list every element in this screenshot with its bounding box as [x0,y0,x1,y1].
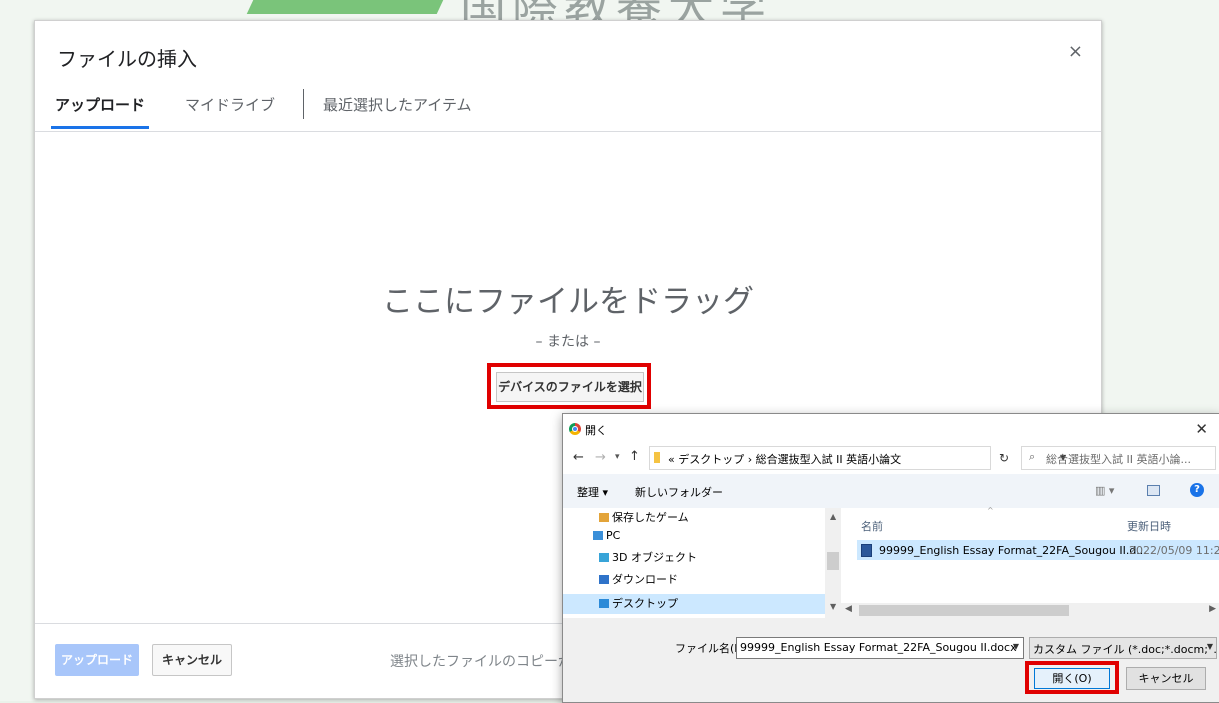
chevron-down-icon[interactable]: ▼ [1206,642,1213,651]
nav-item-desktop[interactable]: デスクトップ [563,594,825,614]
chevron-down-icon[interactable]: ▼ [1013,642,1019,651]
close-icon[interactable]: × [1068,41,1083,62]
select-device-file-button[interactable]: デバイスのファイルを選択 [496,372,644,402]
scroll-right-icon[interactable]: ▶ [1209,604,1216,614]
filename-field[interactable]: 99999_English Essay Format_22FA_Sougou I… [736,637,1024,659]
horizontal-scrollbar[interactable]: ◀ ▶ [841,603,1219,618]
highlight-box: 開く(O) [1025,661,1119,694]
back-arrow-icon[interactable]: ← [573,450,584,465]
search-placeholder: 総合選抜型入試 II 英語小論... [1046,453,1191,466]
column-header-name[interactable]: 名前 [861,518,883,534]
file-name: 99999_English Essay Format_22FA_Sougou I… [879,544,1147,557]
list-item[interactable]: 99999_English Essay Format_22FA_Sougou I… [857,540,1219,560]
file-date: 2022/05/09 11:26 [1129,544,1219,557]
close-icon[interactable]: ✕ [1195,420,1208,438]
nav-item-saved-games[interactable]: 保存したゲーム [599,508,689,528]
drag-here-text: ここにファイルをドラッグ [382,284,754,320]
sort-indicator-icon: ^ [987,506,994,515]
filetype-select[interactable]: カスタム ファイル (*.doc;*.docm;*.dc ▼ [1029,637,1217,659]
search-input[interactable]: ⌕ 総合選抜型入試 II 英語小論... [1021,446,1216,470]
dialog-toolbar: 整理 ▾ 新しいフォルダー ▥ ▾ ? [563,474,1219,508]
column-header-date[interactable]: 更新日時 [1127,518,1171,534]
nav-item-3d-objects[interactable]: 3D オブジェクト [599,548,697,568]
preview-pane-icon[interactable] [1147,485,1160,496]
download-icon [599,575,609,584]
cancel-button[interactable]: キャンセル [152,644,232,676]
upload-button[interactable]: アップロード [55,644,139,676]
nav-item-downloads[interactable]: ダウンロード [599,570,678,590]
up-arrow-icon[interactable]: ↑ [629,449,640,464]
chrome-icon [569,423,581,435]
scroll-left-icon[interactable]: ◀ [845,604,852,614]
file-list: ^ 名前 更新日時 99999_English Essay Format_22F… [841,506,1219,603]
file-open-dialog: 開く ✕ ← → ▾ ↑ « デスクトップ › 総合選抜型入試 II 英語小論文… [562,413,1219,703]
organize-menu[interactable]: 整理 ▾ [577,484,608,500]
nav-item-pc[interactable]: PC [593,526,620,546]
address-row: ← → ▾ ↑ « デスクトップ › 総合選抜型入試 II 英語小論文 ▼ ↻ … [563,444,1219,472]
dialog-title: ファイルの挿入 [57,47,197,71]
breadcrumb[interactable]: « デスクトップ › 総合選抜型入試 II 英語小論文 [668,451,901,467]
pc-icon [593,531,603,540]
recent-locations-icon[interactable]: ▾ [615,452,620,462]
search-icon: ⌕ [1029,450,1036,463]
help-icon[interactable]: ? [1190,483,1204,497]
tab-separator [303,89,304,119]
tab-my-drive[interactable]: マイドライブ [185,91,275,129]
scroll-up-icon[interactable]: ▲ [830,512,836,521]
tab-upload[interactable]: アップロード [50,91,150,129]
address-bar[interactable]: « デスクトップ › 総合選抜型入試 II 英語小論文 ▼ [649,446,1066,470]
scroll-thumb[interactable] [859,605,1069,616]
scroll-down-icon[interactable]: ▼ [830,602,836,611]
open-button[interactable]: 開く(O) [1034,668,1110,689]
highlight-box: デバイスのファイルを選択 [487,363,651,409]
dialog-title: 開く [585,424,607,437]
filetype-value: カスタム ファイル (*.doc;*.docm;*.dc [1033,643,1217,656]
refresh-icon[interactable]: ↻ [993,447,1015,469]
or-text: – または – [535,334,601,350]
footer-note: 選択したファイルのコピーが [390,654,572,670]
3d-objects-icon [599,553,609,562]
filename-value: 99999_English Essay Format_22FA_Sougou I… [740,641,1017,654]
scroll-thumb[interactable] [827,552,839,570]
saved-games-icon [599,513,609,522]
forward-arrow-icon[interactable]: → [595,450,606,465]
view-options-icon[interactable]: ▥ ▾ [1095,484,1114,497]
dialog-titlebar: 開く ✕ [563,414,1219,444]
nav-scrollbar[interactable]: ▲ ▼ [825,508,841,618]
navigation-pane: 保存したゲーム PC 3D オブジェクト ダウンロード デスクトップ ▲ ▼ [563,508,841,618]
picker-tabs: アップロード マイドライブ 最近選択したアイテム [35,89,1101,132]
desktop-icon [599,599,609,608]
new-folder-button[interactable]: 新しいフォルダー [635,484,723,500]
dialog-bottom-panel: ファイル名(N): 99999_English Essay Format_22F… [563,618,1219,702]
tab-recent-items[interactable]: 最近選択したアイテム [323,91,472,129]
background-logo-stripe [246,0,444,14]
cancel-button[interactable]: キャンセル [1126,667,1206,690]
word-document-icon [861,544,872,557]
folder-icon [654,452,660,463]
